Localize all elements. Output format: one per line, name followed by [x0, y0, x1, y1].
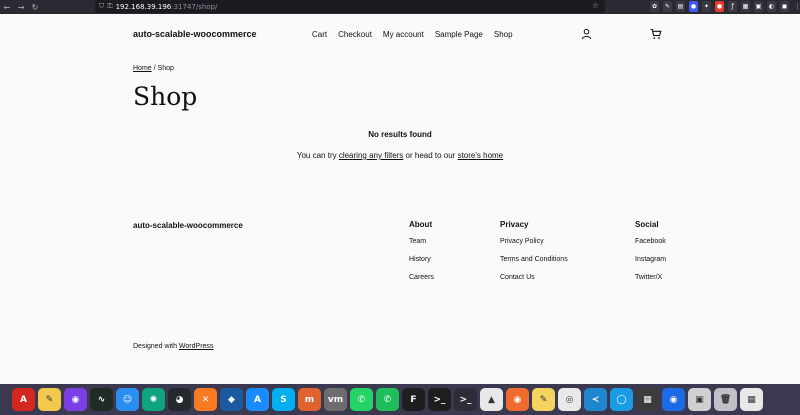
- finder-app-icon[interactable]: ☺: [116, 388, 139, 411]
- breadcrumb-home-link[interactable]: Home: [133, 65, 152, 72]
- footer-column-social: Social Facebook Instagram Twitter/X: [635, 220, 666, 292]
- footer-column-title: Social: [635, 220, 659, 229]
- extension-icon[interactable]: ◼: [780, 1, 789, 12]
- browser-toolbar: ← → ↻ ⛉ ⚿ 192.168.39.196:31747/shop/ ☆ ✿…: [0, 0, 800, 14]
- nav-link-cart[interactable]: Cart: [312, 30, 327, 39]
- footer-link-twitter[interactable]: Twitter/X: [635, 274, 666, 292]
- nav-link-my-account[interactable]: My account: [383, 30, 424, 39]
- reload-icon[interactable]: ↻: [28, 0, 42, 14]
- extension-icon[interactable]: ⋮: [793, 1, 800, 12]
- notes-app-icon[interactable]: ✎: [38, 388, 61, 411]
- trash-app-icon[interactable]: 🗑: [714, 388, 737, 411]
- footer-column-privacy: Privacy Privacy Policy Terms and Conditi…: [500, 220, 568, 292]
- main-nav: Cart Checkout My account Sample Page Shop: [312, 30, 524, 39]
- footer-site-title[interactable]: auto-scalable-woocommerce: [133, 221, 243, 230]
- breadcrumb: Home / Shop: [133, 65, 174, 72]
- extension-icon[interactable]: ▦: [741, 1, 750, 12]
- extension-icon[interactable]: ●: [689, 1, 698, 12]
- mamp-app-icon[interactable]: m: [298, 388, 321, 411]
- preview-app-icon[interactable]: ▣: [688, 388, 711, 411]
- footer-link-team[interactable]: Team: [409, 238, 434, 256]
- stickies-app-icon[interactable]: ✎: [532, 388, 555, 411]
- footer-link-history[interactable]: History: [409, 256, 434, 274]
- extension-icon[interactable]: ✎: [663, 1, 672, 12]
- footer-link-instagram[interactable]: Instagram: [635, 256, 666, 274]
- chrome-app-icon[interactable]: ◎: [558, 388, 581, 411]
- breadcrumb-current: Shop: [157, 65, 174, 72]
- launchpad-app-icon[interactable]: ▦: [740, 388, 763, 411]
- footer-column-about: About Team History Careers: [409, 220, 434, 292]
- url-text[interactable]: 192.168.39.196:31747/shop/: [116, 3, 218, 11]
- firefox-app-icon[interactable]: ◉: [662, 388, 685, 411]
- terminal2-app-icon[interactable]: >_: [454, 388, 477, 411]
- extension-icon[interactable]: ▤: [676, 1, 685, 12]
- footer-link-careers[interactable]: Careers: [409, 274, 434, 292]
- footer-column-title: About: [409, 220, 433, 229]
- shield-icon[interactable]: ⛉: [99, 2, 104, 11]
- extension-icon[interactable]: ✿: [650, 1, 659, 12]
- clear-filters-link[interactable]: clearing any filters: [339, 151, 403, 160]
- mysql-app-icon[interactable]: ◆: [220, 388, 243, 411]
- wordpress-link[interactable]: WordPress: [179, 343, 214, 350]
- figma-app-icon[interactable]: F: [402, 388, 425, 411]
- nav-link-checkout[interactable]: Checkout: [338, 30, 372, 39]
- xampp-app-icon[interactable]: ✕: [194, 388, 217, 411]
- url-host: 192.168.39.196: [115, 2, 172, 11]
- extension-icon[interactable]: ✦: [702, 1, 711, 12]
- url-path: :31747/shop/: [171, 2, 218, 11]
- vm-app-icon[interactable]: vm: [324, 388, 347, 411]
- extension-icon[interactable]: ●: [715, 1, 724, 12]
- appstore-app-icon[interactable]: A: [246, 388, 269, 411]
- github-app-icon[interactable]: ◕: [168, 388, 191, 411]
- url-bar[interactable]: ⛉ ⚿ 192.168.39.196:31747/shop/ ☆: [95, 0, 605, 13]
- whatsapp-app-icon[interactable]: ✆: [350, 388, 373, 411]
- footer-link-facebook[interactable]: Facebook: [635, 238, 666, 256]
- calculator-app-icon[interactable]: ▦: [636, 388, 659, 411]
- site-title[interactable]: auto-scalable-woocommerce: [133, 29, 257, 39]
- lock-icon[interactable]: ⚿: [107, 2, 112, 11]
- android-app-icon[interactable]: ▲: [480, 388, 503, 411]
- footer-link-privacy-policy[interactable]: Privacy Policy: [500, 238, 568, 256]
- footer-link-terms[interactable]: Terms and Conditions: [500, 256, 568, 274]
- acrobat-app-icon[interactable]: A: [12, 388, 35, 411]
- hint-prefix: You can try: [296, 151, 339, 160]
- app-dock: A ✎ ◉ ∿ ☺ ✺ ◕ ✕ ◆ A Sm vm ✆ ✆ F >_ >_ ▲ ◉ ✎ ◎ ≺ ◯ ▦ ◉ ▣ 🗑 ▦: [0, 384, 800, 415]
- nav-link-sample-page[interactable]: Sample Page: [435, 30, 483, 39]
- firefox-dev-app-icon[interactable]: ◉: [64, 388, 87, 411]
- footer-column-title: Privacy: [500, 220, 529, 229]
- forward-icon[interactable]: →: [14, 0, 28, 14]
- terminal-app-icon[interactable]: >_: [428, 388, 451, 411]
- back-icon[interactable]: ←: [0, 0, 14, 14]
- footer-link-contact[interactable]: Contact Us: [500, 274, 568, 292]
- nav-link-shop[interactable]: Shop: [494, 30, 513, 39]
- page-title: Shop: [133, 82, 198, 111]
- skype-app-icon[interactable]: S: [272, 388, 295, 411]
- activity-app-icon[interactable]: ∿: [90, 388, 113, 411]
- whatsapp2-app-icon[interactable]: ✆: [376, 388, 399, 411]
- bookmark-star-icon[interactable]: ☆: [592, 1, 599, 10]
- onedrive-app-icon[interactable]: ◯: [610, 388, 633, 411]
- extension-icon[interactable]: ▣: [754, 1, 763, 12]
- chatgpt-app-icon[interactable]: ✺: [142, 388, 165, 411]
- extensions-toolbar: ✿ ✎ ▤ ● ✦ ● ƒ ▦ ▣ ◐ ◼ ⋮: [650, 1, 800, 12]
- extension-icon[interactable]: ◐: [767, 1, 776, 12]
- no-results-hint: You can try clearing any filters or head…: [0, 151, 800, 160]
- extension-icon[interactable]: ƒ: [728, 1, 737, 12]
- designed-with: Designed with WordPress: [133, 343, 213, 350]
- no-results-heading: No results found: [368, 130, 432, 139]
- cart-icon[interactable]: [650, 28, 662, 40]
- store-home-link[interactable]: store's home: [458, 151, 504, 160]
- postman-app-icon[interactable]: ◉: [506, 388, 529, 411]
- designed-prefix: Designed with: [133, 343, 179, 350]
- account-icon[interactable]: [581, 28, 592, 40]
- vscode-app-icon[interactable]: ≺: [584, 388, 607, 411]
- hint-middle: or head to our: [403, 151, 458, 160]
